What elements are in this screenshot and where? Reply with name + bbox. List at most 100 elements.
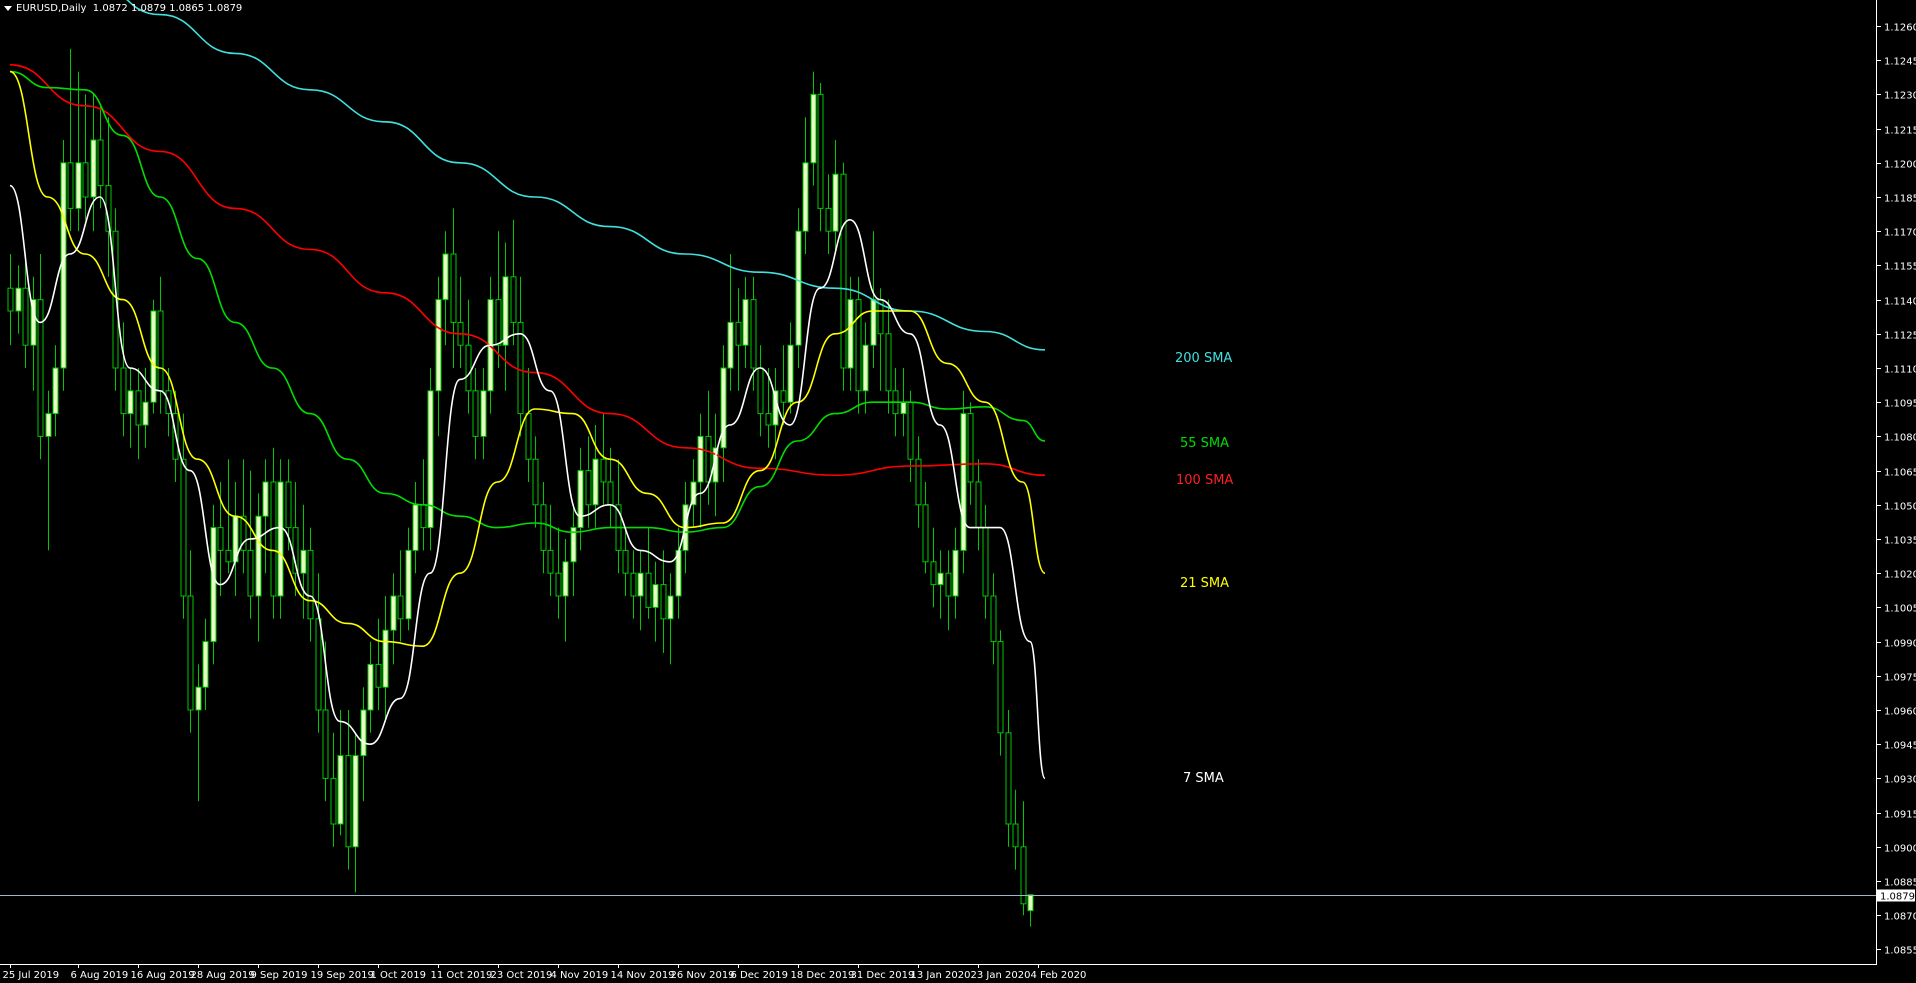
price-chart[interactable]: 1.1260 1.1245 1.1230 1.1215 1.1200 1.1185 1.11… — [0, 0, 1916, 983]
y-tick-label: 1.1005 — [1884, 604, 1916, 615]
y-tick-label: 1.0990 — [1884, 639, 1916, 650]
y-tick-label: 1.1230 — [1884, 91, 1916, 102]
candle-body — [22, 287, 29, 346]
candle-body — [367, 663, 374, 711]
label-55-sma: 55 SMA — [1180, 436, 1230, 451]
candle-body — [82, 162, 89, 198]
candle-body — [922, 504, 929, 563]
candle-body — [907, 401, 914, 460]
candle-body — [547, 549, 554, 574]
candle-body — [847, 299, 854, 369]
candle-body — [540, 504, 547, 551]
candle-body — [37, 299, 44, 437]
candle-body — [705, 435, 712, 483]
candle-body — [225, 549, 232, 563]
candle-body — [855, 299, 862, 392]
label-100-sma: 100 SMA — [1176, 473, 1234, 488]
candle-body — [202, 641, 209, 688]
candle-body — [397, 595, 404, 620]
candle-body — [127, 390, 134, 415]
candle-body — [660, 584, 667, 620]
x-tick-label: 9 Sep 2019 — [251, 970, 308, 981]
candle-body — [532, 458, 539, 506]
y-tick-label: 1.0885 — [1884, 878, 1916, 889]
candle-body — [997, 641, 1004, 734]
candle-body — [727, 321, 734, 369]
x-tick-label: 19 Sep 2019 — [311, 970, 374, 981]
symbol-name: EURUSD,Daily — [16, 3, 87, 14]
candle-body — [667, 595, 674, 620]
x-tick-label: 6 Aug 2019 — [71, 970, 129, 981]
candle-body — [322, 709, 329, 779]
candle-body — [757, 367, 764, 415]
candle-body — [1012, 823, 1019, 848]
candle-body — [270, 481, 277, 597]
y-tick-label: 1.1080 — [1884, 433, 1916, 444]
candle-body — [810, 93, 817, 164]
label-7-sma: 7 SMA — [1183, 771, 1224, 786]
dropdown-triangle-icon[interactable] — [4, 5, 12, 11]
candle-body — [465, 344, 472, 392]
candle-body — [840, 173, 847, 369]
y-tick-label: 1.1260 — [1884, 23, 1916, 34]
candle-body — [952, 549, 959, 597]
candle-body — [900, 401, 907, 415]
x-tick-label: 18 Dec 2019 — [791, 970, 855, 981]
label-200-sma: 200 SMA — [1175, 351, 1233, 366]
y-tick-label: 1.0945 — [1884, 741, 1916, 752]
y-tick-label: 1.1140 — [1884, 297, 1916, 308]
candle-body — [247, 549, 254, 597]
candle-body — [300, 549, 307, 574]
candle-body — [960, 413, 967, 551]
candle-body — [990, 595, 997, 643]
candle-body — [120, 367, 127, 415]
y-tick-label: 1.0855 — [1884, 946, 1916, 957]
candle-body — [802, 162, 809, 232]
candle-body — [255, 515, 262, 597]
candle-body — [7, 287, 14, 312]
candle-body — [585, 470, 592, 506]
y-tick-label: 1.0915 — [1884, 810, 1916, 821]
candle-body — [825, 207, 832, 232]
x-tick-label: 4 Feb 2020 — [1031, 970, 1087, 981]
y-tick-label: 1.1095 — [1884, 399, 1916, 410]
candle-body — [75, 162, 82, 209]
candle-body — [157, 310, 164, 392]
y-tick-label: 1.1035 — [1884, 536, 1916, 547]
candle-body — [742, 299, 749, 346]
candle-body — [735, 321, 742, 346]
candle-body — [315, 618, 322, 711]
candle-body — [502, 276, 509, 346]
candle-body — [45, 413, 52, 437]
candle-body — [832, 173, 839, 232]
symbol-header[interactable]: EURUSD,Daily 1.0872 1.0879 1.0865 1.0879 — [4, 3, 242, 14]
candle-body — [517, 321, 524, 415]
y-tick-label: 1.1155 — [1884, 262, 1916, 273]
x-tick-label: 26 Nov 2019 — [671, 970, 735, 981]
candle-body — [765, 413, 772, 426]
candle-body — [885, 333, 892, 392]
candle-body — [382, 629, 389, 688]
y-tick-label: 1.1200 — [1884, 160, 1916, 171]
candle-body — [967, 413, 974, 483]
y-tick-label: 1.1110 — [1884, 365, 1916, 376]
y-tick-label: 1.1185 — [1884, 194, 1916, 205]
candle-body — [510, 276, 517, 323]
candle-body — [1005, 732, 1012, 825]
ohlc-values: 1.0872 1.0879 1.0865 1.0879 — [92, 3, 243, 14]
candle-body — [982, 527, 989, 597]
candle-body — [337, 755, 344, 825]
y-tick-label: 1.1125 — [1884, 331, 1916, 342]
candle-body — [750, 299, 757, 369]
candle-body — [780, 390, 787, 403]
y-tick-label: 1.1020 — [1884, 570, 1916, 581]
candle-body — [217, 527, 224, 551]
x-tick-label: 16 Aug 2019 — [131, 970, 195, 981]
candle-body — [930, 561, 937, 586]
candle-body — [495, 299, 502, 346]
x-tick-label: 23 Oct 2019 — [491, 970, 553, 981]
y-tick-label: 1.1215 — [1884, 126, 1916, 137]
y-tick-label: 1.1050 — [1884, 502, 1916, 513]
x-tick-label: 25 Jul 2019 — [3, 970, 60, 981]
candle-body — [142, 401, 149, 426]
